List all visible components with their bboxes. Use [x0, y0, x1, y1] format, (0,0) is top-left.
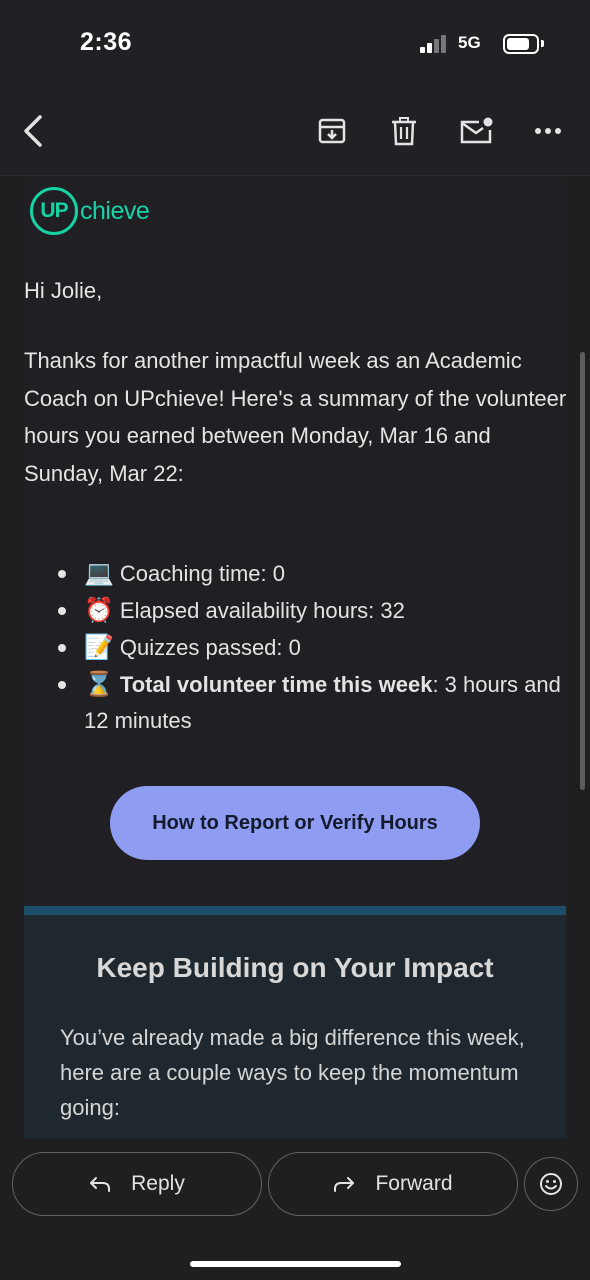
hours-summary-list: 💻 Coaching time: 0 ⏰ Elapsed availability …	[58, 555, 566, 739]
forward-label: Forward	[375, 1172, 453, 1195]
reply-icon	[90, 1177, 111, 1192]
intro-paragraph: Thanks for another impactful week as an …	[24, 348, 566, 486]
archive-icon	[318, 118, 346, 144]
section-divider	[24, 906, 566, 915]
forward-button[interactable]: Forward	[268, 1152, 518, 1216]
home-indicator[interactable]	[190, 1261, 401, 1267]
email-body: UP chieve Hi Jolie, Thanks for another i…	[24, 178, 566, 1138]
status-time: 2:36	[80, 28, 133, 56]
back-button[interactable]	[10, 108, 56, 154]
quizzes-passed: Quizzes passed: 0	[119, 635, 301, 660]
greeting: Hi Jolie,	[24, 278, 103, 303]
list-item: ⌛ Total volunteer time this week: 3 hours…	[58, 666, 566, 739]
network-label: 5G	[458, 33, 481, 52]
list-item: ⏰ Elapsed availability hours: 32	[58, 592, 566, 629]
archive-button[interactable]	[309, 108, 355, 154]
more-button[interactable]	[525, 108, 571, 154]
report-hours-button[interactable]: How to Report or Verify Hours	[110, 786, 480, 860]
trash-icon	[392, 117, 416, 146]
laptop-icon: 💻	[84, 559, 114, 587]
signal-icon	[420, 35, 450, 53]
email-toolbar	[0, 86, 590, 176]
upchieve-logo: UP chieve	[30, 186, 150, 236]
mark-unread-icon	[460, 117, 493, 144]
section-title: Keep Building on Your Impact	[96, 952, 494, 983]
memo-icon: 📝	[84, 633, 114, 661]
logo-mark: UP	[30, 187, 78, 235]
total-time-label: Total volunteer time this week	[119, 672, 433, 697]
availability-hours: Elapsed availability hours: 32	[119, 598, 405, 623]
reply-button[interactable]: Reply	[12, 1152, 262, 1216]
reply-bar: Reply Forward	[0, 1140, 590, 1280]
status-bar: 2:36 5G	[0, 0, 590, 86]
hourglass-icon: ⌛	[84, 670, 114, 698]
forward-icon	[334, 1177, 355, 1192]
coaching-time: Coaching time: 0	[119, 561, 285, 586]
mark-unread-button[interactable]	[453, 108, 499, 154]
alarm-clock-icon: ⏰	[84, 596, 114, 624]
scrollbar[interactable]	[580, 352, 585, 790]
arrow-back-icon	[24, 115, 42, 147]
emoji-reaction-button[interactable]	[524, 1157, 578, 1211]
battery-tip	[541, 40, 544, 47]
smiley-icon	[540, 1173, 562, 1195]
section-text: You’ve already made a big difference thi…	[60, 1025, 525, 1120]
impact-section: Keep Building on Your Impact You’ve alre…	[24, 915, 566, 1138]
more-horizontal-icon	[535, 128, 561, 134]
reply-label: Reply	[131, 1172, 185, 1195]
list-item: 📝 Quizzes passed: 0	[58, 629, 566, 666]
list-item: 💻 Coaching time: 0	[58, 555, 566, 592]
delete-button[interactable]	[381, 108, 427, 154]
logo-word: chieve	[80, 196, 150, 225]
battery-icon	[503, 34, 539, 54]
